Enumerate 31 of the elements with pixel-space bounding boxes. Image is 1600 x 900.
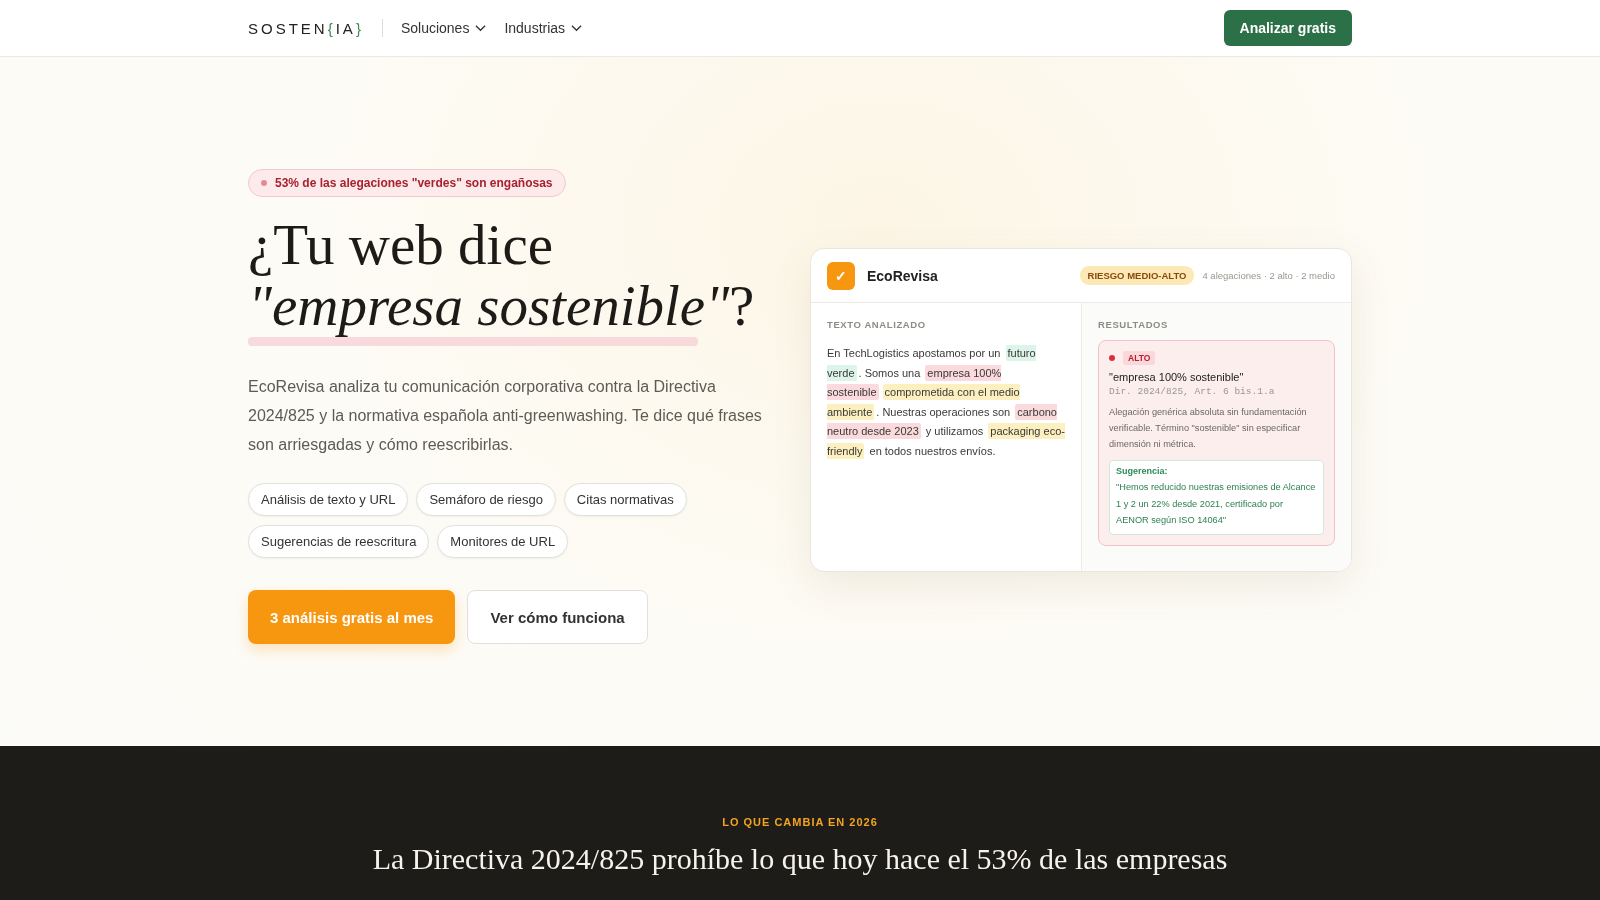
- analyzed-text: En TechLogistics apostamos por un futuro verde . Somos una empresa 100% sostenible comprometida con el medio ambiente . Nuestras operaciones son carbono neutro desde 2023 y utilizamos packaging eco-friendly en todos nuestros envíos.: [827, 344, 1065, 461]
- claim-text: "empresa 100% sostenible": [1109, 371, 1245, 383]
- suggestion-label: Sugerencia:: [1116, 466, 1169, 476]
- reference-text: Dir. 2024/825, Art. 6 bis.1.a: [1109, 386, 1276, 397]
- feature-chip: Semáforo de riesgo: [416, 483, 556, 516]
- explanation-text: Alegación genérica absoluta sin fundamentación verificable. Término "sostenible" sin especificar dimensión ni métrica.: [1109, 406, 1308, 451]
- analyze-button[interactable]: Analizar gratis: [1223, 10, 1352, 46]
- summary-text: 4 alegaciones · 2 alto · 2 medio: [1202, 270, 1335, 281]
- chevron-down-icon: [475, 24, 487, 32]
- chevron-down-icon: [571, 24, 583, 32]
- nav-menu[interactable]: Industrias: [504, 20, 583, 36]
- level-tag: ALTO: [1123, 351, 1156, 365]
- risk-badge: RIESGO MEDIO-ALTO: [1079, 266, 1195, 285]
- suggestion-text: "Hemos reducido nuestras emisiones de Alcance 1 y 2 un 22% desde 2021, certificado por AENOR según ISO 14064": [1116, 481, 1317, 527]
- section-eyebrow: LO QUE CAMBIA EN 2026: [721, 816, 879, 828]
- feature-chip: Sugerencias de reescritura: [248, 525, 430, 558]
- section-title: La Directiva 2024/825 prohíbe lo que hoy hace el 53% de las empresas: [371, 842, 1229, 876]
- headline: "empresa sostenible"?: [248, 277, 755, 335]
- feature-chip: Monitores de URL: [437, 525, 569, 558]
- nav-menu[interactable]: Soluciones: [400, 20, 487, 36]
- description: EcoRevisa analiza tu comunicación corporativa contra la Directiva 2024/825 y la normativa española anti-greenwashing. Te dice qué frases son arriesgadas y cómo reescribirlas.: [248, 377, 763, 455]
- feature-chip: Citas normativas: [563, 483, 687, 516]
- stat-badge: 53% de las alegaciones "verdes" son engañosas: [248, 169, 566, 197]
- how-it-works-button[interactable]: Ver cómo funciona: [467, 590, 648, 644]
- app-name: EcoRevisa: [867, 267, 938, 284]
- logo[interactable]: SOSTEN{IA}: [248, 19, 364, 37]
- feature-chip: Análisis de texto y URL: [248, 483, 409, 516]
- check-icon: ✓: [827, 261, 855, 290]
- headline: ¿Tu web dice: [248, 213, 553, 277]
- section-label: TEXTO ANALIZADO: [827, 319, 927, 330]
- section-label: RESULTADOS: [1098, 319, 1170, 330]
